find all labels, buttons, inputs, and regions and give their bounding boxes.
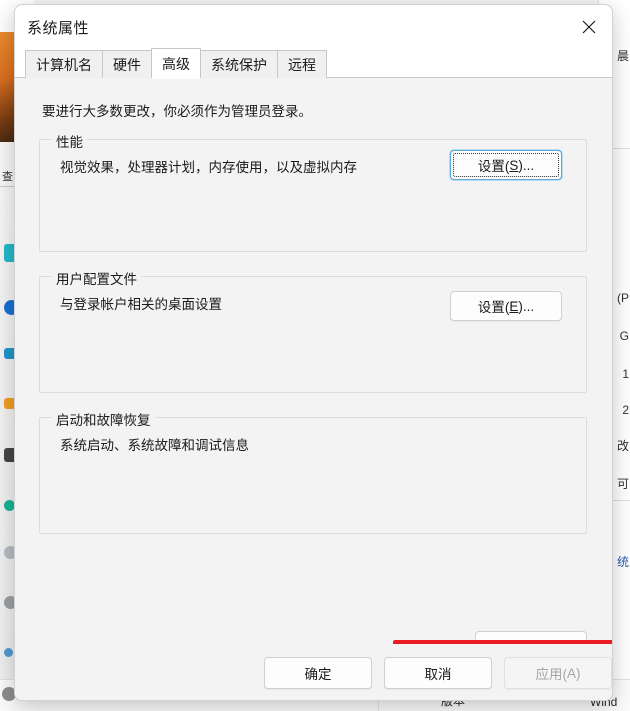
tab-system-protection[interactable]: 系统保护: [200, 50, 278, 78]
system-properties-dialog: 系统属性 计算机名 硬件 高级 系统保护 远程 要进行大多数更改，你必须作为管理…: [14, 4, 613, 701]
button-label-prefix: 设置(: [477, 300, 510, 315]
group-startup-recovery: 启动和故障恢复 系统启动、系统故障和调试信息 设置(T)...: [39, 409, 587, 661]
button-mnemonic: E: [509, 298, 519, 314]
background-right-label-2: G: [619, 329, 629, 343]
close-icon[interactable]: [566, 5, 612, 49]
background-right-label-7: 统: [616, 555, 629, 569]
user-profiles-settings-button[interactable]: 设置(E)...: [450, 291, 562, 321]
background-right-label-6: 可: [616, 477, 629, 491]
dialog-footer: 确定 取消 应用(A): [15, 644, 612, 700]
ok-button[interactable]: 确定: [264, 657, 372, 689]
button-label-suffix: )...: [518, 298, 535, 314]
cancel-button-label: 取消: [424, 667, 452, 682]
tab-advanced[interactable]: 高级: [151, 48, 201, 79]
group-startup-recovery-description: 系统启动、系统故障和调试信息: [60, 438, 249, 453]
background-left-label-0: 查: [2, 171, 13, 183]
screen: 查 晨 (P G 1 2 改 可 统 版本 Wind 系统属性 计算机名 硬件 …: [0, 0, 630, 711]
background-icon-small: [4, 648, 13, 657]
tab-label: 计算机名: [36, 56, 92, 73]
apply-button-mnemonic: A: [566, 665, 576, 681]
background-right-label-3: 1: [622, 367, 629, 381]
tab-remote[interactable]: 远程: [277, 50, 327, 78]
group-user-profiles-label: 用户配置文件: [52, 268, 141, 288]
tab-label: 远程: [288, 56, 316, 73]
tab-computer-name[interactable]: 计算机名: [25, 50, 103, 78]
dialog-titlebar: 系统属性: [15, 5, 612, 49]
background-right-label-0: 晨: [616, 49, 629, 63]
tab-label: 高级: [162, 55, 190, 72]
performance-settings-button[interactable]: 设置(S)...: [450, 150, 562, 180]
tab-label: 硬件: [113, 56, 141, 73]
cancel-button[interactable]: 取消: [384, 657, 492, 689]
background-right-label-1: (P: [617, 291, 629, 305]
apply-button-label-prefix: 应用(: [535, 667, 567, 682]
background-right-label-4: 2: [622, 403, 629, 417]
group-startup-recovery-label: 启动和故障恢复: [52, 409, 155, 429]
apply-button-label-suffix: ): [576, 665, 581, 681]
tab-hardware[interactable]: 硬件: [102, 50, 152, 78]
tab-label: 系统保护: [211, 56, 267, 73]
group-performance-description: 视觉效果，处理器计划，内存使用，以及虚拟内存: [60, 160, 357, 175]
button-mnemonic: S: [509, 157, 519, 173]
background-right-label-5: 改: [616, 439, 629, 453]
dialog-title: 系统属性: [27, 20, 90, 37]
group-user-profiles-description: 与登录帐户相关的桌面设置: [60, 297, 222, 312]
ok-button-label: 确定: [304, 667, 332, 682]
admin-notice-text: 要进行大多数更改，你必须作为管理员登录。: [42, 104, 312, 119]
group-performance-label: 性能: [52, 131, 87, 151]
tab-strip: 计算机名 硬件 高级 系统保护 远程: [15, 48, 612, 79]
button-label-suffix: )...: [518, 157, 535, 173]
apply-button: 应用(A): [504, 657, 612, 689]
advanced-tab-page: 要进行大多数更改，你必须作为管理员登录。 性能 视觉效果，处理器计划，内存使用，…: [15, 78, 612, 685]
button-label-prefix: 设置(: [477, 159, 510, 174]
